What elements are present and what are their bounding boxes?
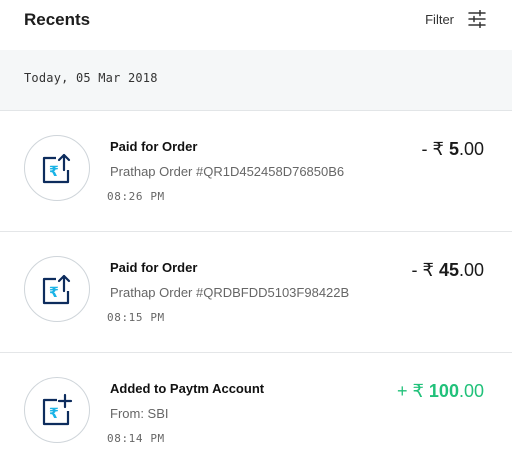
transaction-amount: - ₹ 45.00 bbox=[411, 260, 484, 281]
transaction-time: 08:26 PM bbox=[107, 190, 165, 203]
amount-prefix: + ₹ bbox=[396, 381, 429, 401]
transaction-name: Paid for Order bbox=[110, 260, 198, 275]
transaction-time: 08:14 PM bbox=[107, 432, 165, 445]
filter-label: Filter bbox=[425, 11, 454, 27]
header: Recents Filter bbox=[0, 0, 512, 50]
transaction-detail: From: SBI bbox=[110, 406, 169, 421]
date-label: Today, 05 Mar 2018 bbox=[24, 71, 158, 85]
transaction-row[interactable]: ₹ Paid for Order Prathap Order #QR1D4524… bbox=[0, 111, 512, 232]
payment-sent-icon: ₹ bbox=[42, 153, 71, 184]
amount-decimal: .00 bbox=[458, 381, 484, 401]
amount-integer: 45 bbox=[438, 260, 459, 280]
transaction-name: Added to Paytm Account bbox=[110, 381, 265, 396]
transaction-row[interactable]: ₹ Paid for Order Prathap Order #QRDBFDD5… bbox=[0, 232, 512, 353]
svg-text:₹: ₹ bbox=[49, 164, 59, 180]
transaction-amount: - ₹ 5.00 bbox=[422, 139, 485, 160]
transaction-detail: Prathap Order #QRDBFDD5103F98422B bbox=[110, 285, 350, 300]
filter-button[interactable]: Filter bbox=[425, 8, 486, 30]
amount-prefix: - ₹ bbox=[411, 260, 439, 280]
transaction-time: 08:15 PM bbox=[107, 311, 165, 324]
amount-integer: 100 bbox=[428, 381, 459, 401]
amount-decimal: .00 bbox=[458, 139, 484, 159]
money-added-icon: ₹ bbox=[42, 393, 73, 426]
page-title: Recents bbox=[24, 10, 91, 29]
transaction-avatar: ₹ bbox=[24, 135, 90, 201]
svg-text:₹: ₹ bbox=[49, 406, 59, 422]
transaction-avatar: ₹ bbox=[24, 256, 90, 322]
amount-decimal: .00 bbox=[458, 260, 484, 280]
transaction-avatar: ₹ bbox=[24, 377, 90, 443]
amount-prefix: - ₹ bbox=[421, 139, 449, 159]
transaction-amount: + ₹ 100.00 bbox=[397, 381, 484, 402]
transaction-name: Paid for Order bbox=[110, 139, 198, 154]
transaction-row[interactable]: ₹ Added to Paytm Account From: SBI 08:14… bbox=[0, 353, 512, 461]
svg-text:₹: ₹ bbox=[49, 285, 59, 301]
amount-integer: 5 bbox=[448, 139, 459, 159]
payment-sent-icon: ₹ bbox=[42, 274, 71, 305]
transaction-detail: Prathap Order #QR1D452458D76850B6 bbox=[110, 164, 345, 179]
date-section-header: Today, 05 Mar 2018 bbox=[0, 50, 512, 111]
sliders-icon bbox=[468, 10, 486, 28]
